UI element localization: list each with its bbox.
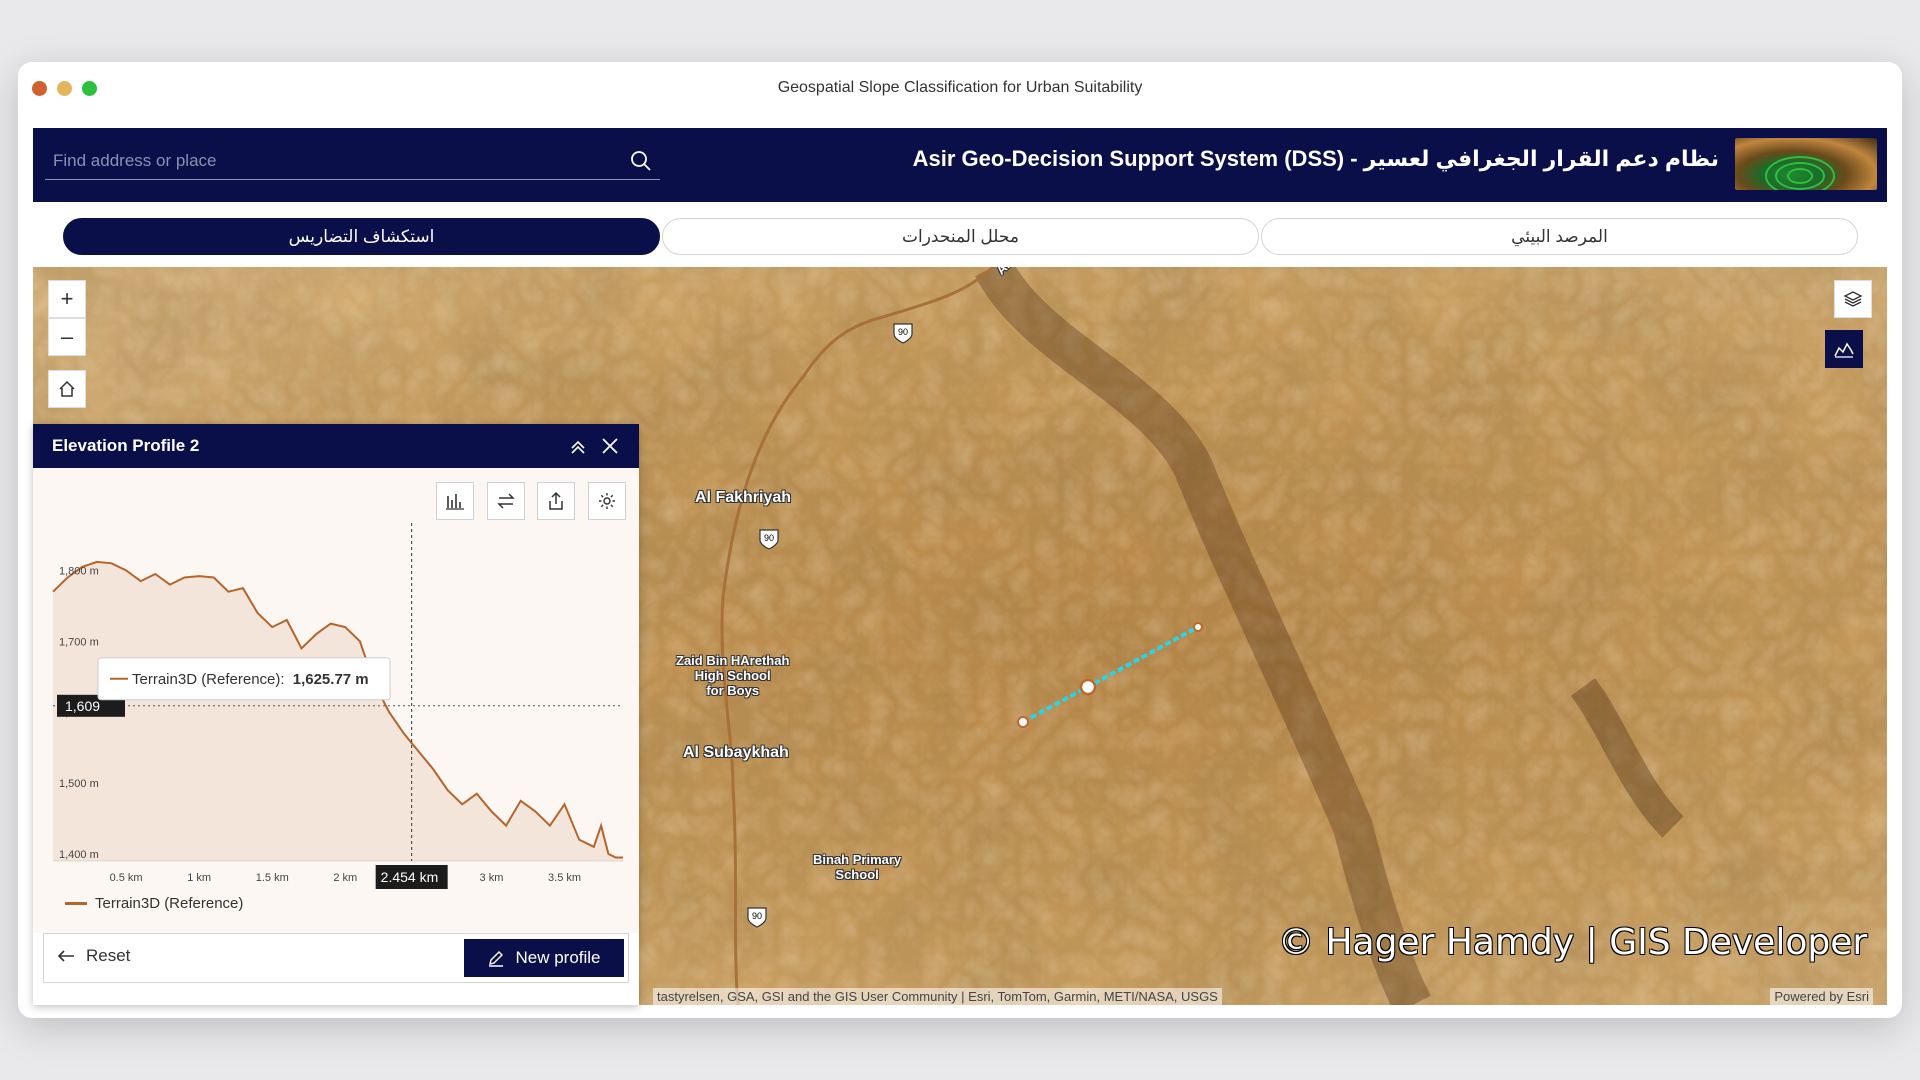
place-label-binah-school: Binah Primary School: [813, 852, 902, 882]
elevation-profile-panel: Elevation Profile 2 1,400 m1,500 m1,600: [33, 424, 639, 1005]
collapse-icon[interactable]: [567, 435, 589, 457]
tab-bar: استكشاف التضاريس محلل المنحدرات المرصد ا…: [63, 218, 1858, 256]
place-label-zaid-school: Zaid Bin HArethah High School for Boys: [676, 653, 790, 698]
y-tick-label: 1,500 m: [59, 778, 99, 790]
x-tick-label: 0.5 km: [110, 872, 143, 884]
legend-label: Terrain3D (Reference): [95, 895, 244, 912]
bar-chart-icon: [446, 494, 464, 510]
maximize-window-button[interactable]: [82, 81, 97, 96]
app-header: Asir Geo-Decision Support System (DSS) -…: [33, 128, 1887, 202]
new-profile-label: New profile: [515, 948, 601, 967]
search-icon[interactable]: [628, 148, 654, 174]
route-shield-90: 90: [891, 321, 915, 345]
tab-slope-analyzer[interactable]: محلل المنحدرات: [662, 218, 1259, 255]
settings-button[interactable]: [588, 482, 626, 520]
panel-footer: Reset New profile: [43, 933, 629, 983]
x-value-marker: 2.454 km: [375, 865, 448, 889]
svg-text:1,609: 1,609: [65, 698, 100, 714]
svg-text:90: 90: [898, 327, 908, 337]
flip-profile-button[interactable]: [487, 482, 525, 520]
y-tick-label: 1,400 m: [59, 849, 99, 861]
home-icon: [59, 380, 75, 397]
x-tick-label: 2 km: [333, 872, 357, 884]
app-window: Geospatial Slope Classification for Urba…: [18, 62, 1902, 1018]
swap-icon: [497, 493, 515, 509]
layers-button[interactable]: [1834, 280, 1872, 318]
new-profile-button[interactable]: New profile: [464, 939, 624, 977]
svg-text:2.454 km: 2.454 km: [381, 869, 439, 885]
elevation-profile-chart[interactable]: 1,400 m1,500 m1,600 m1,700 m1,800 m 0.5 …: [33, 523, 639, 923]
traffic-lights: [32, 81, 97, 96]
close-icon[interactable]: [599, 435, 621, 457]
place-label-al-subaykhah: Al Subaykhah: [683, 744, 789, 761]
profile-area: [53, 561, 623, 861]
search-input[interactable]: [53, 148, 613, 174]
elevation-profile-button[interactable]: [1825, 330, 1863, 368]
share-icon: [549, 491, 563, 510]
y-tick-label: 1,700 m: [59, 636, 99, 648]
svg-text:90: 90: [752, 911, 762, 921]
window-title: Geospatial Slope Classification for Urba…: [777, 79, 1143, 96]
route-shield-90: 90: [757, 527, 781, 551]
author-watermark: © Hager Hamdy | GIS Developer: [1278, 922, 1868, 963]
tab-terrain-explore[interactable]: استكشاف التضاريس: [63, 218, 660, 255]
route-shield-90: 90: [745, 905, 769, 929]
panel-header: Elevation Profile 2: [33, 424, 639, 468]
zoom-in-button[interactable]: +: [48, 280, 86, 318]
x-tick-label: 1 km: [187, 872, 211, 884]
tab-environmental-observatory[interactable]: المرصد البيئي: [1261, 218, 1858, 255]
powered-by-esri[interactable]: Powered by Esri: [1770, 988, 1873, 1005]
chart-area: 1,400 m1,500 m1,600 m1,700 m1,800 m 0.5 …: [33, 468, 639, 933]
app-title: Asir Geo-Decision Support System (DSS) -…: [912, 146, 1719, 171]
map-attribution: tastyrelsen, GSA, GSI and the GIS User C…: [653, 988, 1222, 1005]
window-titlebar: Geospatial Slope Classification for Urba…: [18, 62, 1902, 114]
arrow-left-icon: [57, 950, 74, 962]
minimize-window-button[interactable]: [57, 81, 72, 96]
y-tick-label: 1,800 m: [59, 565, 99, 577]
x-tick-label: 3.5 km: [548, 872, 581, 884]
search-box: [45, 142, 660, 180]
x-tick-label: 1.5 km: [256, 872, 289, 884]
chart-legend[interactable]: Terrain3D (Reference): [65, 895, 243, 912]
home-button[interactable]: [48, 370, 86, 408]
svg-text:90: 90: [764, 533, 774, 543]
gear-icon: [599, 493, 615, 509]
export-button[interactable]: [537, 482, 575, 520]
app-logo: [1735, 138, 1877, 190]
chart-tooltip: Terrain3D (Reference): 1,625.77 m: [97, 657, 391, 701]
place-label-al-fakhriyah: Al Fakhriyah: [695, 489, 792, 506]
svg-text:Terrain3D (Reference):: Terrain3D (Reference): 1,625.77 m: [132, 671, 369, 688]
reset-button[interactable]: Reset: [56, 946, 130, 966]
close-window-button[interactable]: [32, 81, 47, 96]
panel-title: Elevation Profile 2: [52, 436, 200, 455]
x-tick-label: 3 km: [480, 872, 504, 884]
layers-icon: [1843, 291, 1863, 307]
pencil-icon: [489, 951, 504, 967]
reset-label: Reset: [86, 946, 131, 965]
zoom-out-button[interactable]: –: [48, 318, 86, 356]
chart-type-button[interactable]: [436, 482, 474, 520]
elevation-chart-icon: [1834, 342, 1854, 358]
legend-swatch: [65, 902, 87, 905]
